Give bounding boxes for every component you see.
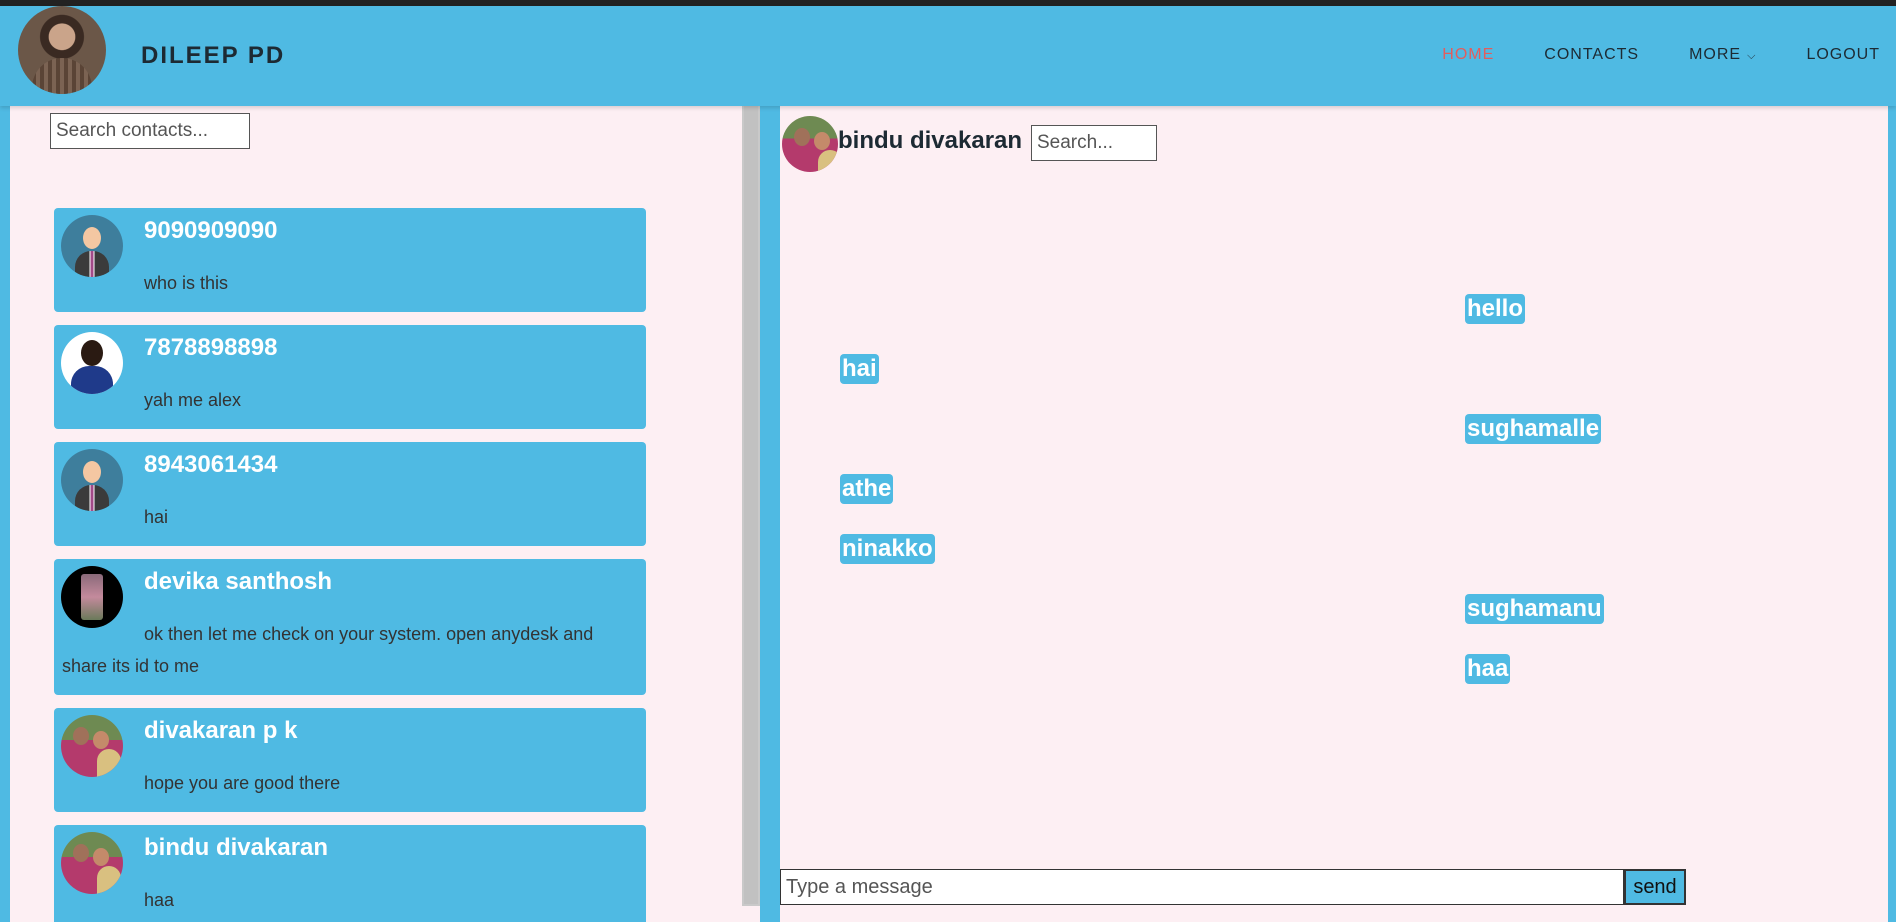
- chevron-down-icon: ⌵: [1747, 50, 1757, 62]
- contact-last-message: haa: [144, 890, 175, 910]
- user-avatar[interactable]: [18, 6, 106, 94]
- main-nav: HOME CONTACTS MORE ⌵ LOGOUT: [1392, 46, 1880, 64]
- contact-last-message: who is this: [144, 273, 229, 293]
- chat-panel: bindu divakaran hello hai sughamalle ath…: [780, 106, 1888, 922]
- scrollbar-thumb[interactable]: [744, 106, 758, 904]
- nav-more-label: MORE: [1689, 46, 1742, 63]
- contact-list: 9090909090 who is this 7878898898 yah me…: [54, 208, 646, 922]
- contact-name: divakaran p k: [144, 717, 298, 744]
- contact-last-message: hope you are good there: [144, 773, 341, 793]
- message-received: hai: [840, 354, 879, 384]
- nav-contacts[interactable]: CONTACTS: [1544, 46, 1639, 64]
- message-sent: sughamalle: [1465, 414, 1602, 444]
- contact-card[interactable]: devika santhosh ok then let me check on …: [54, 559, 646, 695]
- contact-card[interactable]: bindu divakaran haa: [54, 825, 646, 922]
- contact-name: 9090909090: [144, 217, 278, 244]
- send-button[interactable]: send: [1624, 869, 1686, 905]
- message-sent: hello: [1465, 294, 1526, 324]
- contact-card[interactable]: 9090909090 who is this: [54, 208, 646, 312]
- contact-name: 7878898898: [144, 334, 278, 361]
- header: DILEEP PD HOME CONTACTS MORE ⌵ LOGOUT: [0, 6, 1896, 106]
- chat-contact-name: bindu divakaran: [838, 127, 1023, 154]
- contacts-panel: 9090909090 who is this 7878898898 yah me…: [10, 106, 742, 922]
- chat-contact-avatar: [782, 116, 838, 172]
- contact-card[interactable]: 8943061434 hai: [54, 442, 646, 546]
- nav-home[interactable]: HOME: [1442, 46, 1494, 64]
- contact-last-message: ok then let me check on your system. ope…: [62, 624, 594, 676]
- message-sent: sughamanu: [1465, 594, 1604, 624]
- contact-card[interactable]: divakaran p k hope you are good there: [54, 708, 646, 812]
- contact-name: bindu divakaran: [144, 834, 329, 861]
- contacts-search-input[interactable]: [50, 113, 250, 149]
- message-input[interactable]: [780, 869, 1624, 905]
- contact-last-message: hai: [144, 507, 169, 527]
- contact-card[interactable]: 7878898898 yah me alex: [54, 325, 646, 429]
- contact-last-message: yah me alex: [144, 390, 242, 410]
- message-received: ninakko: [840, 534, 935, 564]
- contact-name: devika santhosh: [144, 568, 333, 595]
- nav-more[interactable]: MORE ⌵: [1689, 46, 1756, 64]
- nav-logout[interactable]: LOGOUT: [1806, 46, 1880, 64]
- chat-search-input[interactable]: [1031, 125, 1157, 161]
- message-sent: haa: [1465, 654, 1511, 684]
- contacts-scrollbar[interactable]: [742, 106, 760, 922]
- contact-name: 8943061434: [144, 451, 278, 478]
- brand-name: DILEEP PD: [141, 42, 286, 69]
- message-received: athe: [840, 474, 894, 504]
